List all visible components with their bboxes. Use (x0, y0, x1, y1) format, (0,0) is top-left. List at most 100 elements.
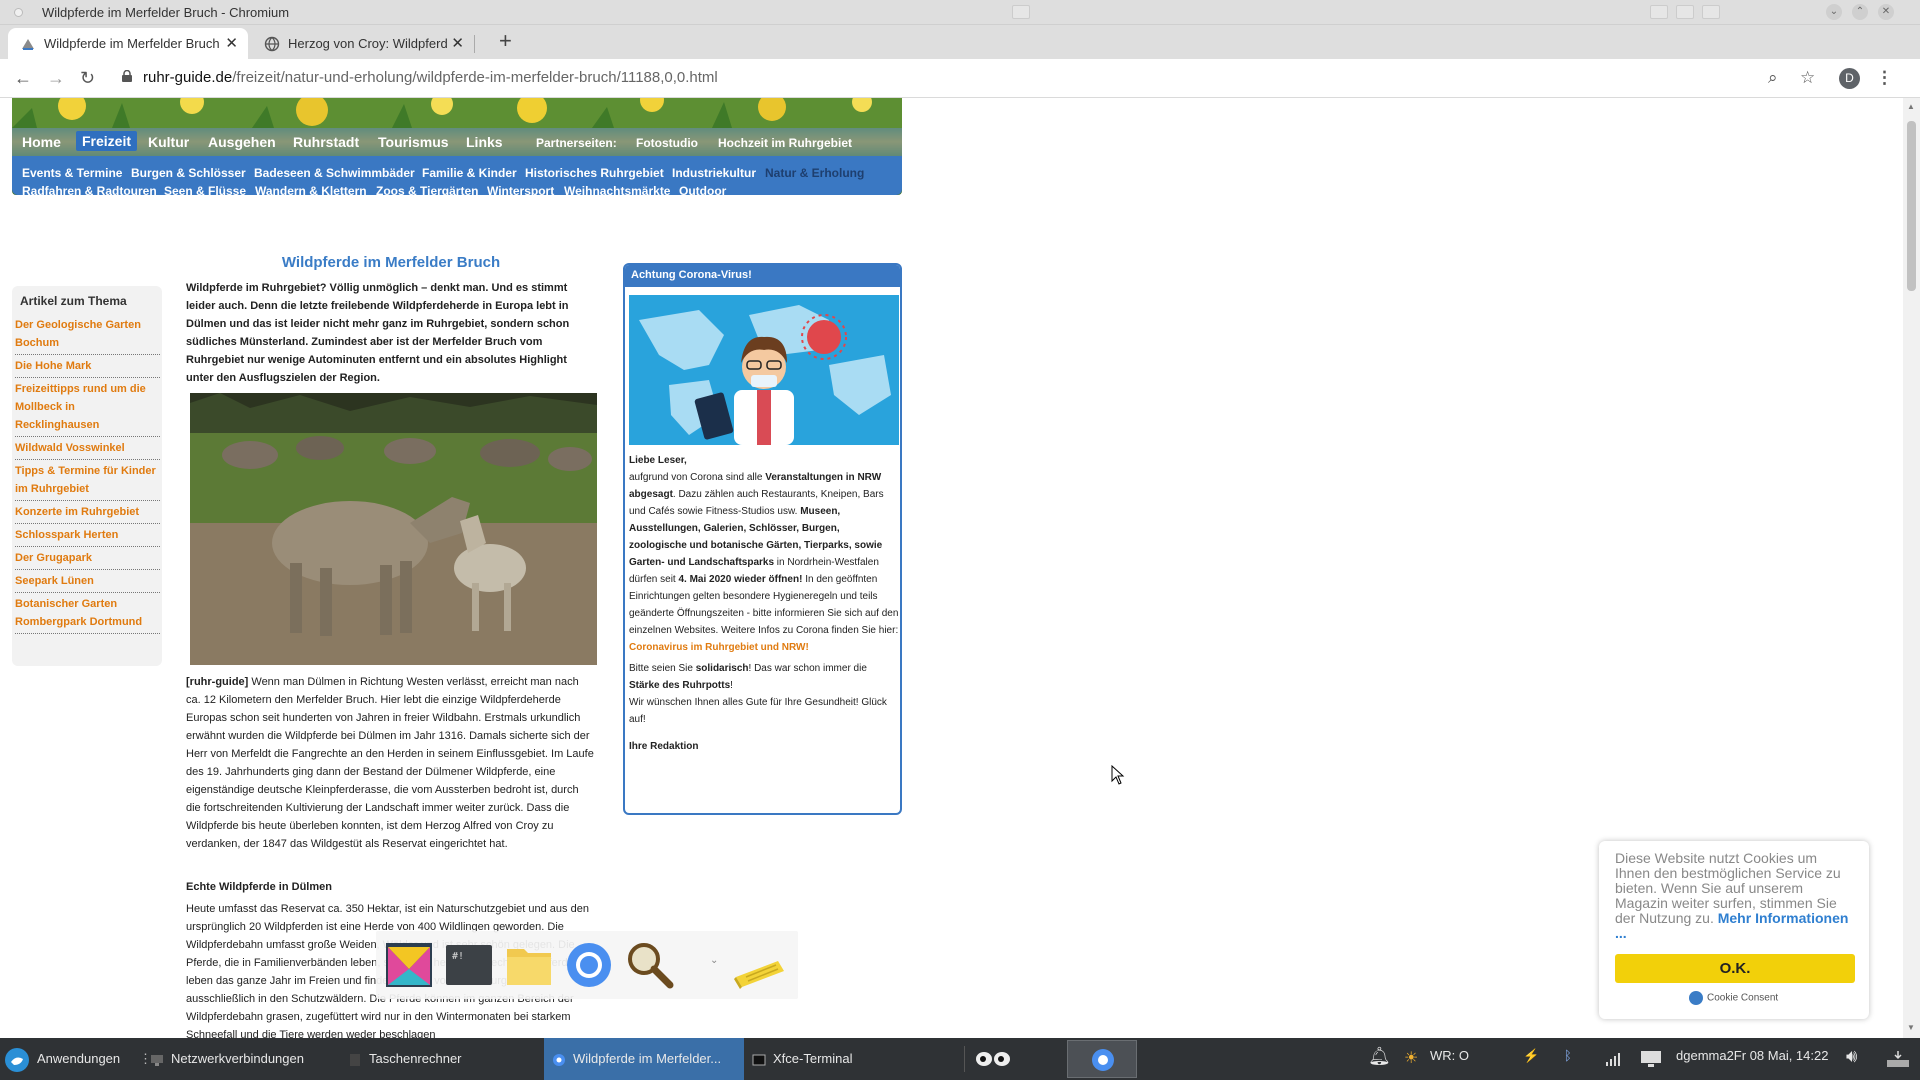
taskbar-item-terminal[interactable]: Xfce-Terminal (752, 1038, 852, 1080)
weather-icon[interactable]: ☀ (1404, 1048, 1418, 1068)
scroll-down-icon[interactable]: ▼ (1907, 1023, 1915, 1032)
workspace-switcher[interactable] (1067, 1040, 1137, 1078)
subnav-natur-erholung[interactable]: Natur & Erholung (765, 166, 864, 180)
corona-heading: Achtung Corona-Virus! (625, 265, 900, 287)
forward-icon[interactable]: → (47, 68, 65, 88)
cookie-ok-button[interactable]: O.K. (1615, 954, 1855, 983)
notification-bell-icon[interactable]: 🔔︎ (1368, 1046, 1391, 1067)
partner-hochzeit[interactable]: Hochzeit im Ruhrgebiet (718, 136, 852, 150)
nav-tourismus[interactable]: Tourismus (378, 134, 449, 150)
page-scrollbar[interactable]: ▲ ▼ (1903, 98, 1920, 1038)
reload-icon[interactable]: ↻ (80, 68, 95, 88)
lock-icon[interactable] (122, 70, 132, 82)
titlebar-placeholder-button (1702, 5, 1720, 19)
bluetooth-icon[interactable]: ᛒ (1564, 1048, 1572, 1063)
subnav-historisches[interactable]: Historisches Ruhrgebiet (525, 166, 664, 180)
nav-ruhrstadt[interactable]: Ruhrstadt (293, 134, 359, 150)
address-bar[interactable]: ruhr-guide.de/freizeit/natur-und-erholun… (143, 69, 718, 86)
subnav-events[interactable]: Events & Termine (22, 166, 122, 180)
page-viewport: Home Freizeit Kultur Ausgehen Ruhrstadt … (0, 98, 1903, 1038)
subnav-wandern[interactable]: Wandern & Klettern (255, 184, 367, 198)
subnav-industriekultur[interactable]: Industriekultur (672, 166, 756, 180)
calculator-icon (350, 1053, 360, 1066)
article-body: [ruhr-guide] Wenn man Dülmen in Richtung… (186, 673, 596, 853)
scroll-up-icon[interactable]: ▲ (1907, 102, 1915, 111)
show-desktop-icon[interactable] (1886, 1050, 1910, 1068)
sidebar-link[interactable]: Der Geologische Garten Bochum (15, 316, 160, 355)
sidebar-link[interactable]: Seepark Lünen (15, 572, 160, 593)
subnav-burgen[interactable]: Burgen & Schlösser (131, 166, 246, 180)
window-menu-icon[interactable] (14, 8, 23, 17)
cookie-consent-logo-icon (1689, 991, 1703, 1005)
close-window-icon[interactable]: ✕ (1878, 4, 1894, 20)
menu-kebab-icon[interactable]: ⋮ (1876, 68, 1893, 88)
new-tab-button[interactable]: + (499, 30, 512, 52)
subnav-weihnachtsmaerkte[interactable]: Weihnachtsmärkte (564, 184, 670, 198)
article-paragraph: Wenn man Dülmen in Richtung Westen verlä… (186, 676, 594, 850)
cookie-consent-brand[interactable]: Cookie Consent (1689, 991, 1778, 1005)
sidebar-link[interactable]: Die Hohe Mark (15, 357, 160, 378)
subnav-radfahren[interactable]: Radfahren & Radtouren (22, 184, 157, 198)
system-taskbar: Anwendungen ⋮ Netzwerkverbindungen Tasch… (0, 1038, 1920, 1080)
clock[interactable]: dgemma2Fr 08 Mai, 14:22 (1676, 1048, 1828, 1063)
applications-menu[interactable]: Anwendungen (0, 1038, 120, 1080)
sidebar-link[interactable]: Der Grugapark (15, 549, 160, 570)
tab-herzog-von-croy[interactable]: Herzog von Croy: Wildpferde ✕ (252, 28, 474, 59)
subnav-familie[interactable]: Familie & Kinder (422, 166, 517, 180)
nav-links[interactable]: Links (466, 134, 503, 150)
network-signal-icon[interactable] (1605, 1051, 1621, 1067)
nav-home[interactable]: Home (22, 134, 61, 150)
subnav-zoos[interactable]: Zoos & Tiergärten (376, 184, 478, 198)
partner-fotostudio[interactable]: Fotostudio (636, 136, 698, 150)
corona-doctor-illustration (629, 295, 899, 445)
nav-freizeit[interactable]: Freizeit (76, 131, 138, 151)
chromium-icon[interactable] (564, 939, 614, 991)
nav-kultur[interactable]: Kultur (148, 134, 189, 150)
url-path: /freizeit/natur-und-erholung/wildpferde-… (232, 69, 718, 86)
subnav-wintersport[interactable]: Wintersport (487, 184, 554, 198)
sidebar-link[interactable]: Schlosspark Herten (15, 526, 160, 547)
chromium-workspace-icon (1092, 1049, 1114, 1071)
sidebar-link[interactable]: Konzerte im Ruhrgebiet (15, 503, 160, 524)
search-magnifier-icon[interactable] (624, 939, 674, 991)
sidebar-link[interactable]: Freizeittipps rund um die Mollbeck in Re… (15, 380, 160, 437)
maximize-icon[interactable]: ⌃ (1852, 4, 1868, 20)
corona-info-link[interactable]: Coronavirus im Ruhrgebiet und NRW! (629, 642, 809, 653)
titlebar-placeholder-button (1650, 5, 1668, 19)
corona-notice-box: Achtung Corona-Virus! Liebe Leser, aufgr… (623, 263, 902, 815)
subnav-outdoor[interactable]: Outdoor (679, 184, 726, 198)
subnav-seen[interactable]: Seen & Flüsse (164, 184, 246, 198)
profile-avatar[interactable]: D (1839, 68, 1860, 89)
taskbar-item-network[interactable]: Netzwerkverbindungen (150, 1038, 304, 1080)
sidebar-link[interactable]: Wildwald Vosswinkel (15, 439, 160, 460)
image-viewer-icon[interactable] (384, 939, 434, 991)
zoom-icon[interactable]: ⌕ (1768, 68, 1778, 88)
taskbar-item-calculator[interactable]: Taschenrechner (348, 1038, 462, 1080)
display-icon[interactable] (1640, 1050, 1662, 1068)
eyes-icon[interactable] (975, 1051, 1011, 1067)
sidebar-link[interactable]: Botanischer Garten Rombergpark Dortmund (15, 595, 160, 634)
back-icon[interactable]: ← (14, 68, 32, 88)
corona-text-bold: 4. Mai 2020 wieder öffnen! (678, 574, 803, 585)
tab-wildpferde[interactable]: Wildpferde im Merfelder Bruch ✕ (8, 28, 248, 59)
applications-menu-label: Anwendungen (37, 1051, 121, 1066)
main-navigation: Home Freizeit Kultur Ausgehen Ruhrstadt … (12, 128, 902, 156)
notes-icon[interactable] (732, 939, 788, 991)
power-icon[interactable]: ⚡ (1523, 1048, 1539, 1064)
folder-icon[interactable] (504, 939, 554, 991)
xfce-logo-icon (5, 1047, 29, 1072)
weather-label[interactable]: WR: O (1430, 1048, 1469, 1063)
tab-close-icon[interactable]: ✕ (451, 34, 464, 52)
tab-close-icon[interactable]: ✕ (225, 34, 238, 52)
scrollbar-thumb[interactable] (1907, 121, 1916, 291)
corona-text-bold: solidarisch (695, 663, 749, 674)
sidebar-link[interactable]: Tipps & Termine für Kinder im Ruhrgebiet (15, 462, 160, 501)
minimize-icon[interactable]: ⌄ (1826, 4, 1842, 20)
nav-ausgehen[interactable]: Ausgehen (208, 134, 276, 150)
volume-icon[interactable]: 🔊︎ (1846, 1046, 1857, 1067)
dock-chevron-down-icon[interactable]: ⌄ (710, 955, 718, 966)
terminal-icon[interactable]: #! (444, 939, 494, 991)
bookmark-star-icon[interactable]: ☆ (1800, 68, 1815, 88)
subnav-badeseen[interactable]: Badeseen & Schwimmbäder (254, 166, 415, 180)
taskbar-item-browser[interactable]: Wildpferde im Merfelder... (544, 1038, 744, 1080)
